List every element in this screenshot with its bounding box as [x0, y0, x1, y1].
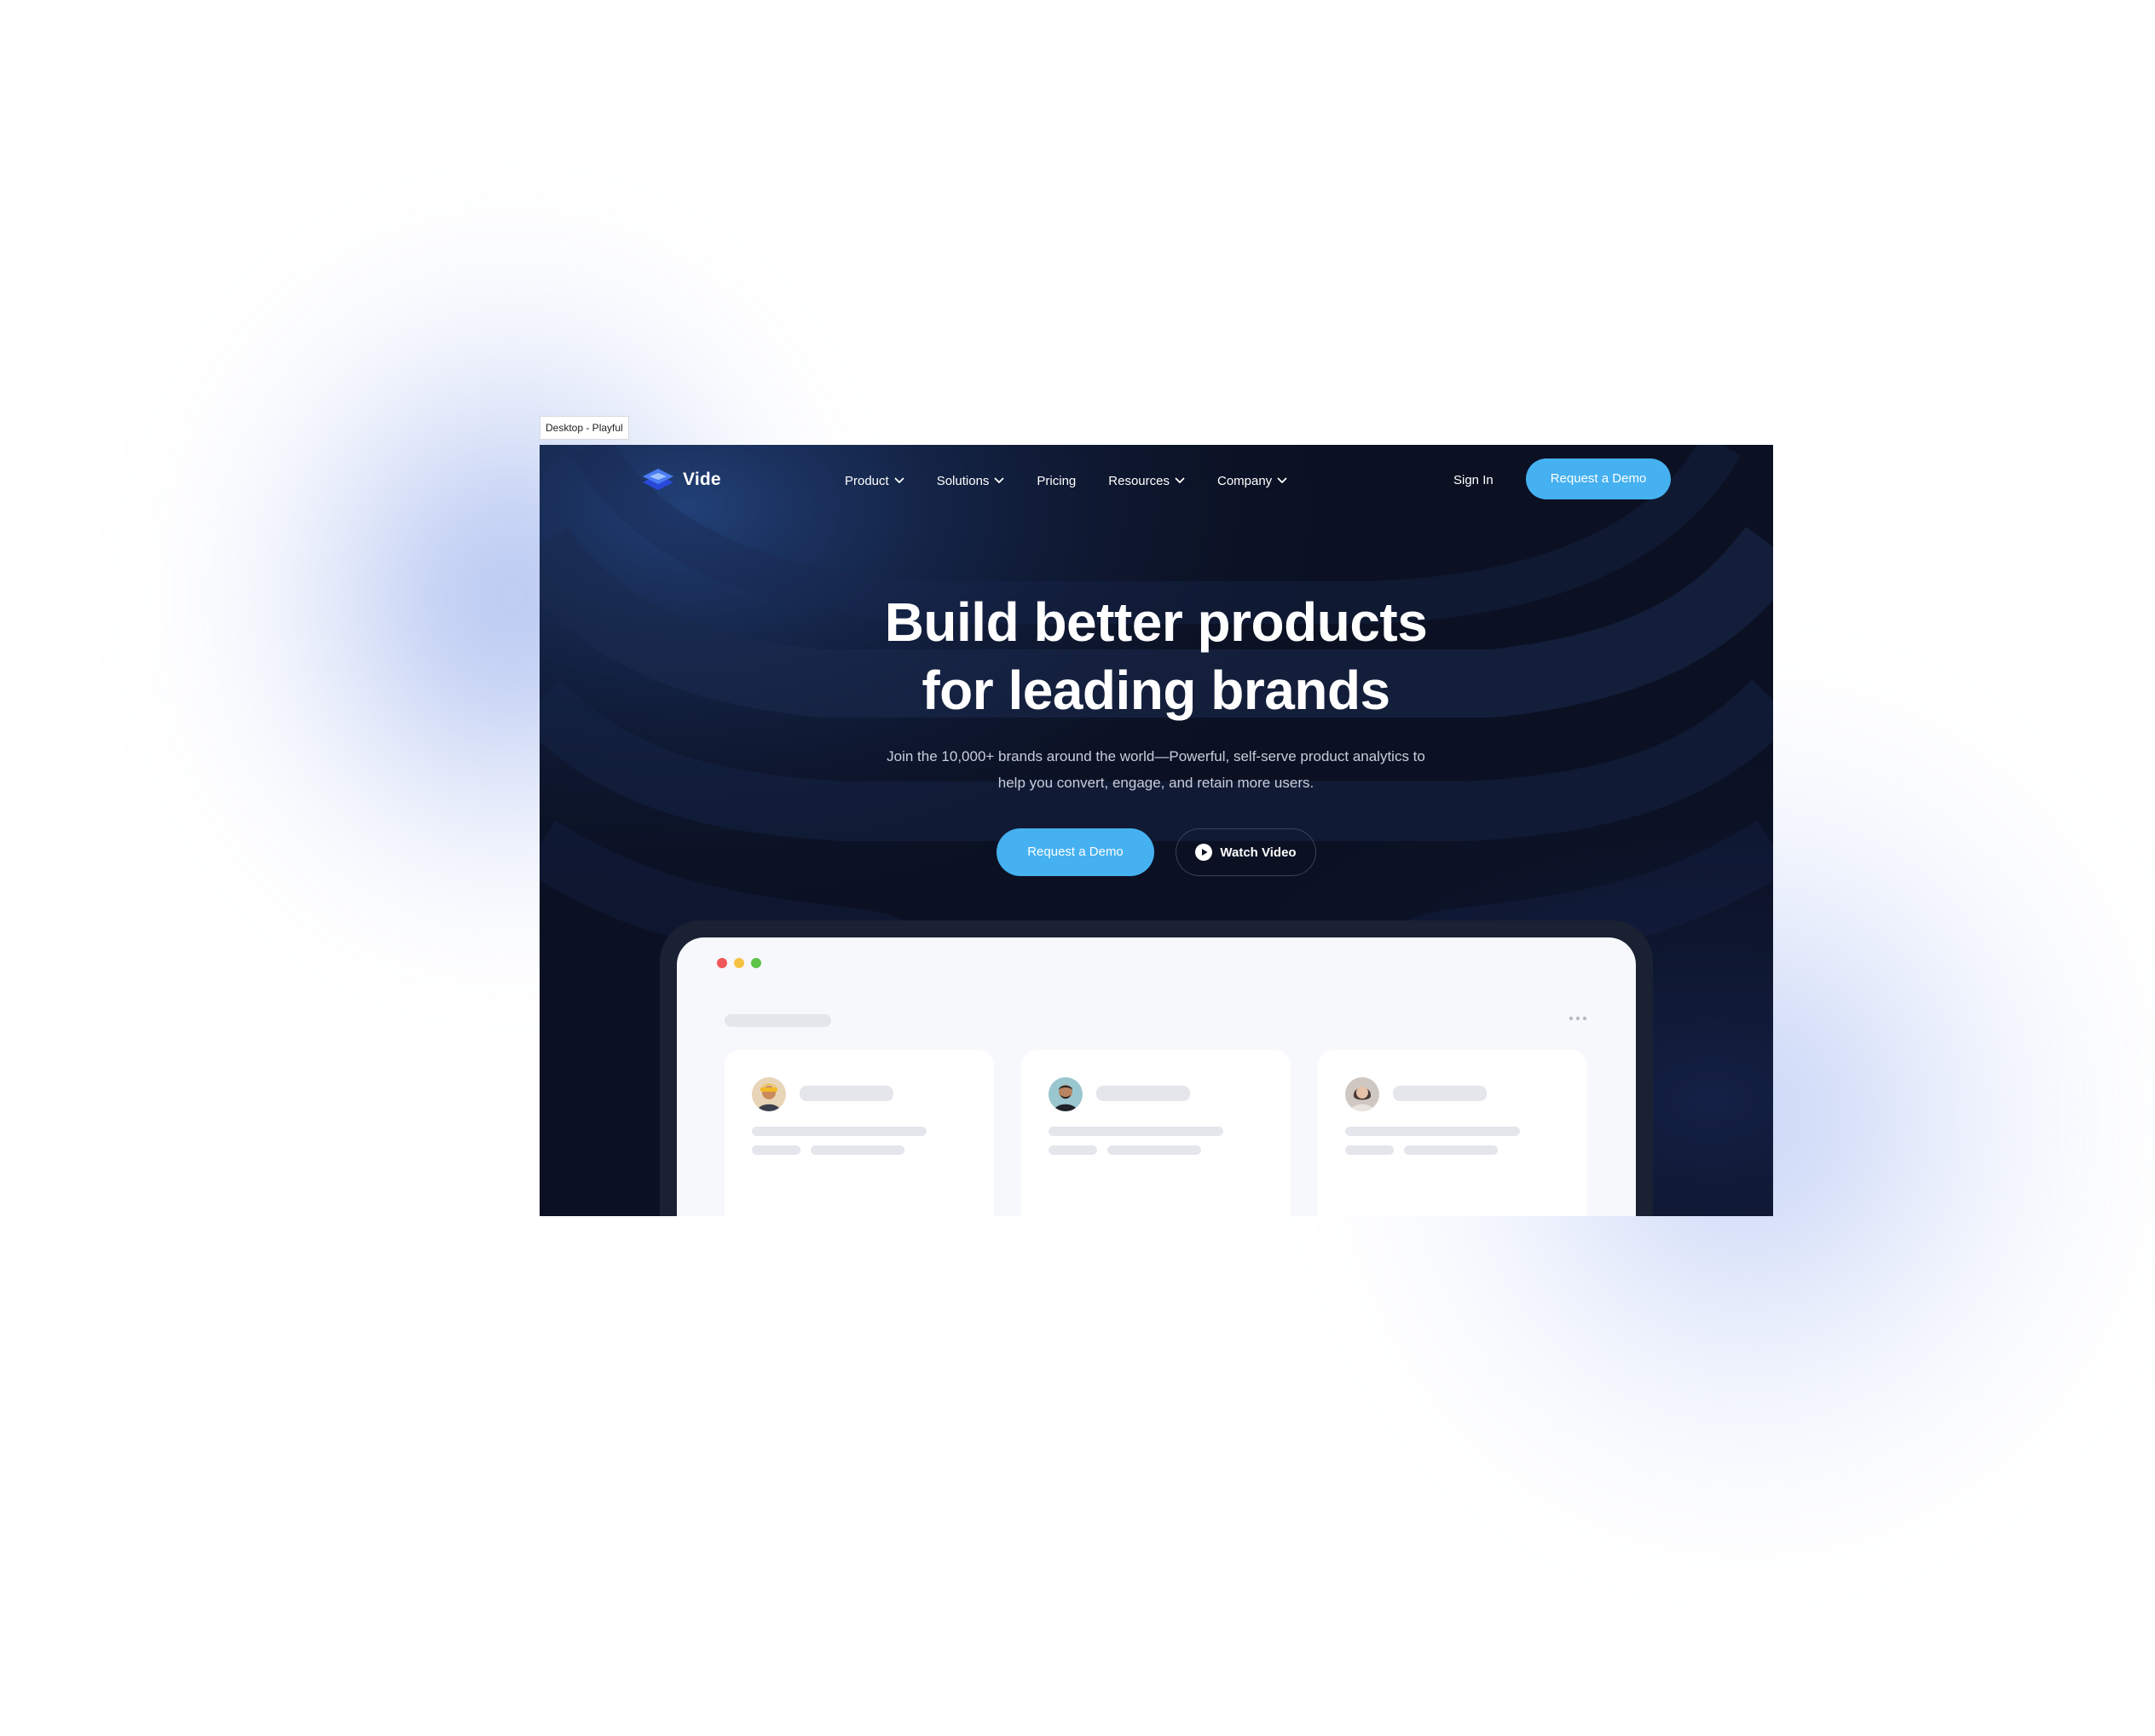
menu-item-resources[interactable]: Resources — [1108, 469, 1185, 493]
skeleton-line — [1393, 1086, 1487, 1101]
menu-item-solutions[interactable]: Solutions — [937, 469, 1005, 493]
skeleton-line — [1049, 1127, 1223, 1136]
frame-label: Desktop - Playful — [540, 416, 629, 440]
skeleton-line — [1107, 1145, 1201, 1155]
avatar — [1049, 1077, 1083, 1111]
window-close-dot — [717, 958, 727, 968]
sign-in-link[interactable]: Sign In — [1453, 469, 1493, 493]
brand-logo[interactable]: Vide — [642, 465, 721, 494]
skeleton-header — [725, 1014, 831, 1027]
menu-item-label: Pricing — [1037, 473, 1077, 488]
menu-item-product[interactable]: Product — [845, 469, 904, 493]
hero-title-line: Build better products — [884, 591, 1428, 653]
watch-video-label: Watch Video — [1220, 845, 1297, 860]
hero-title: Build better products for leading brands — [730, 588, 1582, 724]
menu-item-label: Product — [845, 473, 889, 488]
skeleton-line — [811, 1145, 904, 1155]
top-navigation: Vide Product Solutions Pricing Resources… — [540, 445, 1773, 515]
avatar — [1345, 1077, 1379, 1111]
skeleton-line — [1404, 1145, 1498, 1155]
play-circle-icon — [1195, 844, 1213, 861]
profile-card — [725, 1050, 994, 1216]
more-horizontal-icon — [1569, 1016, 1587, 1021]
skeleton-line — [752, 1145, 800, 1155]
skeleton-line — [1096, 1086, 1190, 1101]
skeleton-line — [1049, 1145, 1097, 1155]
menu-item-company[interactable]: Company — [1217, 469, 1287, 493]
chevron-down-icon — [1277, 477, 1287, 483]
hero-frame: Vide Product Solutions Pricing Resources… — [540, 445, 1773, 1216]
request-demo-button[interactable]: Request a Demo — [1526, 459, 1671, 499]
hero-request-demo-button[interactable]: Request a Demo — [997, 828, 1154, 876]
hero-subtitle-line: help you convert, engage, and retain mor… — [997, 775, 1314, 791]
app-preview-window — [677, 937, 1636, 1216]
watch-video-button[interactable]: Watch Video — [1176, 828, 1316, 876]
hero-subtitle-line: Join the 10,000+ brands around the world… — [887, 748, 1425, 764]
layers-logo-icon — [643, 469, 673, 490]
skeleton-line — [800, 1086, 893, 1101]
profile-card — [1318, 1050, 1587, 1216]
menu-item-label: Solutions — [936, 473, 990, 488]
window-maximize-dot — [751, 958, 761, 968]
menu-item-pricing[interactable]: Pricing — [1037, 469, 1076, 493]
chevron-down-icon — [995, 477, 1004, 483]
skeleton-line — [1345, 1145, 1394, 1155]
menu-item-label: Company — [1216, 473, 1273, 488]
avatar-image — [1345, 1077, 1379, 1111]
avatar-image — [752, 1077, 786, 1111]
menu-item-label: Resources — [1108, 473, 1170, 488]
chevron-down-icon — [894, 477, 904, 483]
hero-subtitle: Join the 10,000+ brands around the world… — [815, 743, 1497, 796]
avatar-image — [1049, 1077, 1083, 1111]
skeleton-line — [752, 1127, 927, 1136]
avatar — [752, 1077, 786, 1111]
chevron-down-icon — [1175, 477, 1185, 483]
brand-name: Vide — [683, 470, 721, 489]
main-menu: Product Solutions Pricing Resources Comp… — [845, 469, 1320, 493]
hero-title-line: for leading brands — [922, 660, 1390, 721]
skeleton-line — [1345, 1127, 1520, 1136]
window-minimize-dot — [734, 958, 744, 968]
profile-card — [1021, 1050, 1291, 1216]
window-controls — [717, 958, 761, 968]
